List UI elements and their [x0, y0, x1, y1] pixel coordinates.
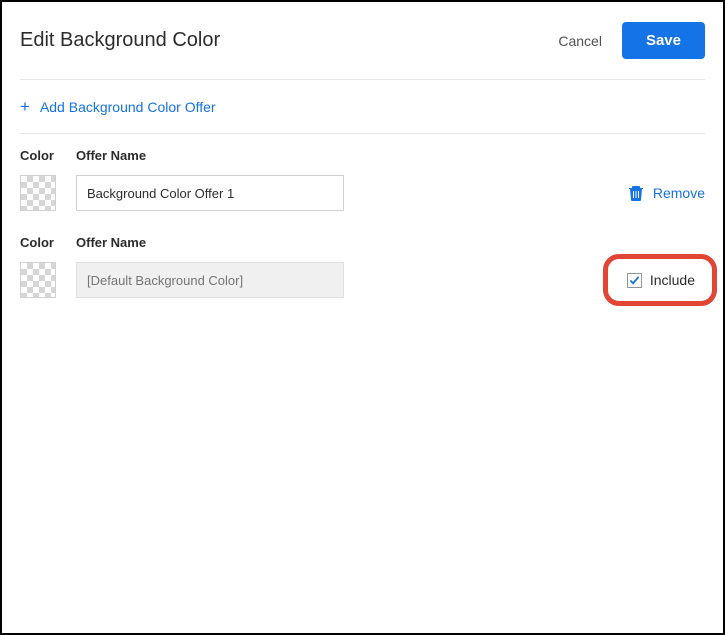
- remove-button[interactable]: Remove: [629, 185, 705, 201]
- include-checkbox[interactable]: [627, 273, 642, 288]
- add-offer-label: Add Background Color Offer: [40, 99, 216, 115]
- column-header-name: Offer Name: [76, 235, 705, 250]
- checkmark-icon: [629, 275, 640, 286]
- page-title: Edit Background Color: [20, 29, 220, 52]
- save-button[interactable]: Save: [622, 22, 705, 59]
- include-checkbox-group[interactable]: Include: [617, 266, 705, 294]
- column-header-color: Color: [20, 148, 56, 163]
- offer-name-input[interactable]: [76, 175, 344, 211]
- default-offer-name-input: [76, 262, 344, 298]
- remove-label: Remove: [653, 185, 705, 201]
- trash-icon: [629, 185, 643, 201]
- column-header-color: Color: [20, 235, 56, 250]
- add-offer-button[interactable]: + Add Background Color Offer: [20, 80, 705, 134]
- default-offer-row: Include: [20, 260, 705, 308]
- cancel-button[interactable]: Cancel: [558, 33, 602, 49]
- color-swatch[interactable]: [20, 262, 56, 298]
- offer-row: Remove: [20, 173, 705, 221]
- plus-icon: +: [20, 98, 30, 115]
- include-label: Include: [650, 272, 695, 288]
- color-swatch[interactable]: [20, 175, 56, 211]
- column-header-name: Offer Name: [76, 148, 705, 163]
